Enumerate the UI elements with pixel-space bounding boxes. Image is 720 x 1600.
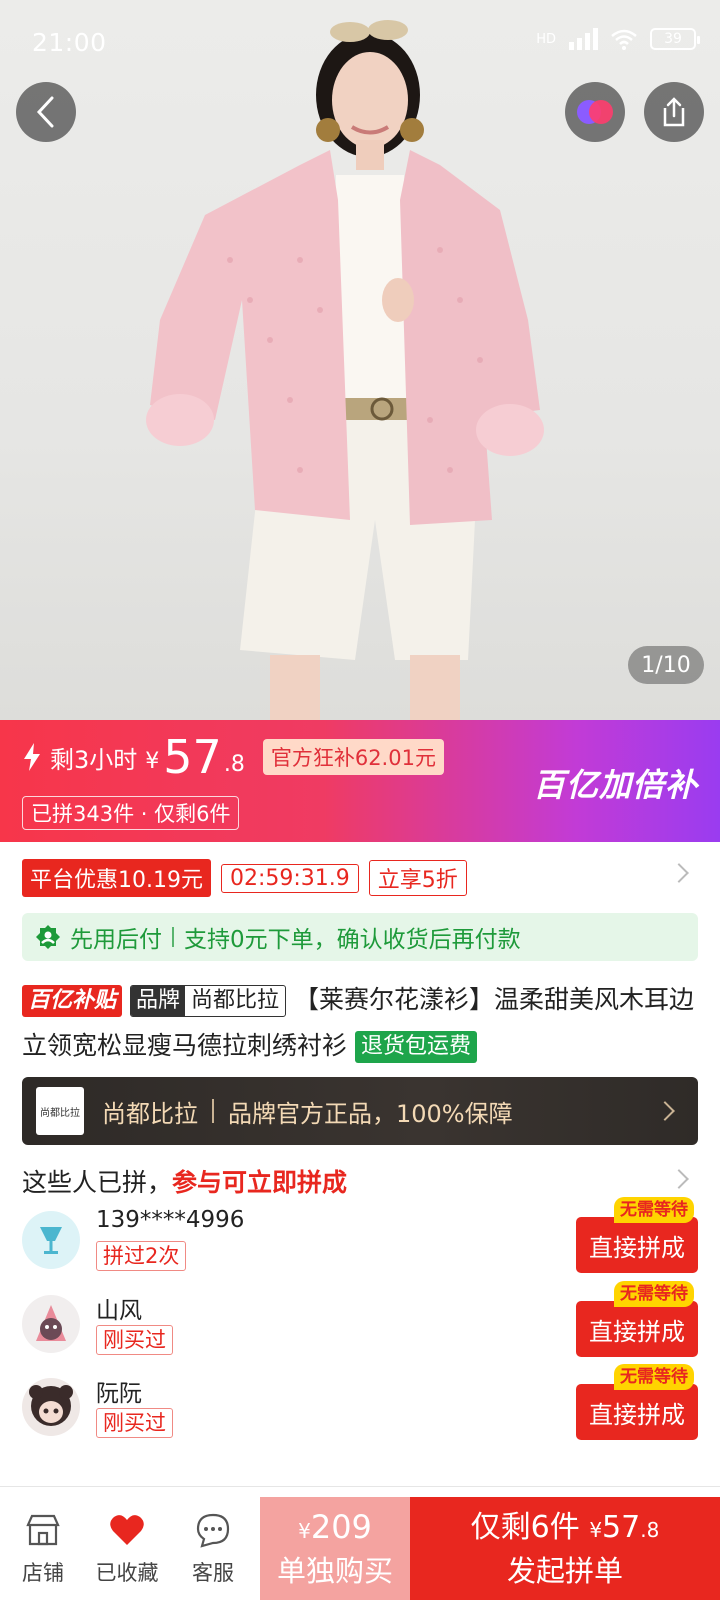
brand-tag-value: 尚都比拉 — [190, 988, 279, 1013]
subsidy-tag: 官方狂补62.01元 — [262, 739, 444, 775]
avatar — [22, 1211, 80, 1269]
pay-later-desc: 支持0元下单，确认收货后再付款 — [184, 927, 521, 953]
heart-icon — [110, 1515, 144, 1545]
member-tag: 刚买过 — [96, 1325, 173, 1355]
pay-later-title: 先用后付 — [70, 927, 162, 953]
group-price: 仅剩6件 ¥57.8 — [470, 1509, 660, 1545]
gallery-page-indicator: 1/10 — [628, 646, 704, 684]
favorite-label: 已收藏 — [95, 1561, 159, 1585]
customer-service-button[interactable]: 客服 — [172, 1497, 254, 1600]
assistant-button[interactable] — [565, 82, 625, 142]
favorite-button[interactable]: 已收藏 — [86, 1497, 168, 1600]
brand-slogan: 品牌官方正品，100%保障 — [228, 1099, 513, 1128]
chevron-right-icon — [655, 1101, 675, 1121]
campaign-tag: 百亿补贴 — [22, 985, 123, 1017]
store-icon — [26, 1514, 60, 1546]
pay-later-icon — [36, 925, 60, 949]
status-icons: HD 39 — [536, 28, 700, 50]
brand-divider — [212, 1099, 214, 1123]
member-name: 139****4996 — [96, 1207, 245, 1233]
share-button[interactable] — [644, 82, 704, 142]
buy-alone-label: 单独购买 — [276, 1553, 393, 1588]
bottom-divider — [0, 1486, 720, 1487]
promo-time-remaining: 剩3小时 — [50, 745, 138, 774]
brand-tag-key: 品牌 — [130, 986, 185, 1016]
product-image-gallery[interactable]: 21:00 HD 39 1/10 — [0, 0, 720, 720]
start-group-label: 发起拼单 — [506, 1553, 623, 1588]
group-buy-header[interactable]: 这些人已拼，参与可立即拼成 — [22, 1163, 347, 1199]
campaign-logo: 百亿加倍补 — [532, 766, 698, 804]
member-name: 山风 — [96, 1298, 142, 1324]
return-shipping-tag: 退货包运费 — [354, 1031, 477, 1063]
promo-price: 57 — [163, 730, 222, 784]
pay-later-banner[interactable]: 先用后付 支持0元下单，确认收货后再付款 — [22, 913, 698, 961]
sold-count: 已拼343件 · 仅剩6件 — [22, 796, 240, 830]
buy-alone-button[interactable]: ¥209 单独购买 — [260, 1497, 410, 1600]
member-name: 阮阮 — [96, 1381, 142, 1407]
chevron-right-icon[interactable] — [669, 863, 689, 883]
network-label: HD — [536, 31, 556, 47]
alone-price: ¥209 — [298, 1507, 372, 1546]
discount-offer: 立享5折 — [368, 860, 467, 896]
product-title-block: 百亿补贴 品牌 尚都比拉 【莱赛尔花漾衫】温柔甜美风木耳边立领宽松显瘦马德拉刺绣… — [22, 977, 698, 1069]
member-tag: 刚买过 — [96, 1408, 173, 1438]
group-member-row: 阮阮 刚买过 直接拼成 无需等待 — [22, 1364, 698, 1444]
start-group-buy-button[interactable]: 仅剩6件 ¥57.8 发起拼单 — [410, 1497, 720, 1600]
lightning-icon — [24, 743, 40, 771]
store-button[interactable]: 店铺 — [2, 1497, 84, 1600]
brand-tag[interactable]: 品牌 尚都比拉 — [129, 985, 286, 1017]
member-tag: 拼过2次 — [96, 1241, 187, 1271]
group-buy-highlight: 参与可立即拼成 — [172, 1168, 348, 1197]
no-wait-badge: 无需等待 — [614, 1197, 694, 1223]
chevron-left-icon — [36, 96, 54, 128]
signal-icon — [569, 28, 598, 50]
chat-icon — [196, 1513, 230, 1548]
no-wait-badge: 无需等待 — [614, 1364, 694, 1390]
pay-later-divider — [172, 927, 174, 947]
brand-store-bar[interactable]: 尚都比拉 尚都比拉 品牌官方正品，100%保障 — [22, 1077, 698, 1145]
group-member-row: 139****4996 拼过2次 直接拼成 无需等待 — [22, 1197, 698, 1277]
store-label: 店铺 — [22, 1561, 64, 1585]
status-bar: 21:00 HD 39 — [0, 0, 720, 84]
join-group-button[interactable]: 直接拼成 — [576, 1384, 698, 1440]
share-icon — [663, 97, 685, 127]
bottom-action-bar: 店铺 已收藏 客服 ¥209 单独购买 仅剩6件 ¥57.8 发起拼单 — [0, 1497, 720, 1600]
group-buy-title: 这些人已拼， — [22, 1168, 173, 1197]
group-member-row: 山风 刚买过 直接拼成 无需等待 — [22, 1281, 698, 1361]
service-label: 客服 — [192, 1561, 234, 1585]
brand-name: 尚都比拉 — [102, 1099, 198, 1128]
back-button[interactable] — [16, 82, 76, 142]
wifi-icon — [611, 29, 637, 50]
promo-currency: ¥ — [145, 748, 160, 774]
battery-icon: 39 — [650, 28, 700, 50]
avatar — [22, 1295, 80, 1353]
platform-discount: 平台优惠10.19元 — [22, 859, 211, 897]
no-wait-badge: 无需等待 — [614, 1281, 694, 1307]
promo-price-row: 剩3小时 ¥ 57 .8 官方狂补62.01元 — [22, 734, 444, 780]
assistant-orb-icon — [577, 100, 613, 124]
join-group-button[interactable]: 直接拼成 — [576, 1217, 698, 1273]
avatar — [22, 1378, 80, 1436]
status-time: 21:00 — [32, 28, 107, 57]
promo-banner: 剩3小时 ¥ 57 .8 官方狂补62.01元 已拼343件 · 仅剩6件 百亿… — [0, 720, 720, 842]
join-group-button[interactable]: 直接拼成 — [576, 1301, 698, 1357]
coupon-row[interactable]: 平台优惠10.19元 02:59:31.9 立享5折 — [22, 859, 467, 897]
discount-countdown: 02:59:31.9 — [220, 863, 359, 893]
chevron-right-icon[interactable] — [669, 1169, 689, 1189]
brand-logo: 尚都比拉 — [36, 1087, 84, 1135]
promo-price-decimal: .8 — [223, 751, 245, 777]
